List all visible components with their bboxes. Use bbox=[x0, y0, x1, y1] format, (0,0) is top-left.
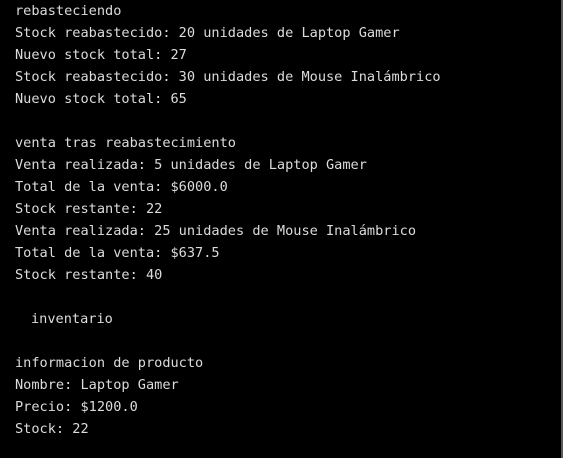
console-line: Total de la venta: $637.5 bbox=[15, 245, 220, 261]
console-blank-line bbox=[15, 330, 561, 352]
console-window: rebasteciendo Stock reabastecido: 20 uni… bbox=[0, 0, 563, 458]
console-line: Nuevo stock total: 65 bbox=[15, 91, 187, 107]
console-line: Stock restante: 22 bbox=[15, 201, 163, 217]
console-line: Venta realizada: 25 unidades de Mouse In… bbox=[15, 223, 417, 239]
console-line: Stock reabastecido: 30 unidades de Mouse… bbox=[15, 69, 441, 85]
console-line: venta tras reabastecimiento bbox=[15, 135, 236, 151]
console-line: informacion de producto bbox=[15, 355, 204, 371]
console-blank-line bbox=[15, 110, 561, 132]
console-line: Stock restante: 40 bbox=[15, 267, 163, 283]
console-line: inventario bbox=[31, 311, 113, 327]
console-line: Venta realizada: 5 unidades de Laptop Ga… bbox=[15, 157, 367, 173]
console-blank-line bbox=[15, 286, 561, 308]
console-line: rebasteciendo bbox=[15, 3, 122, 19]
console-output: rebasteciendo Stock reabastecido: 20 uni… bbox=[15, 0, 561, 440]
console-line: Stock reabastecido: 20 unidades de Lapto… bbox=[15, 25, 400, 41]
console-line: Nombre: Laptop Gamer bbox=[15, 377, 179, 393]
console-line: Precio: $1200.0 bbox=[15, 399, 138, 415]
console-line: Stock: 22 bbox=[15, 421, 89, 437]
console-line: Nuevo stock total: 27 bbox=[15, 47, 187, 63]
console-line: Total de la venta: $6000.0 bbox=[15, 179, 228, 195]
